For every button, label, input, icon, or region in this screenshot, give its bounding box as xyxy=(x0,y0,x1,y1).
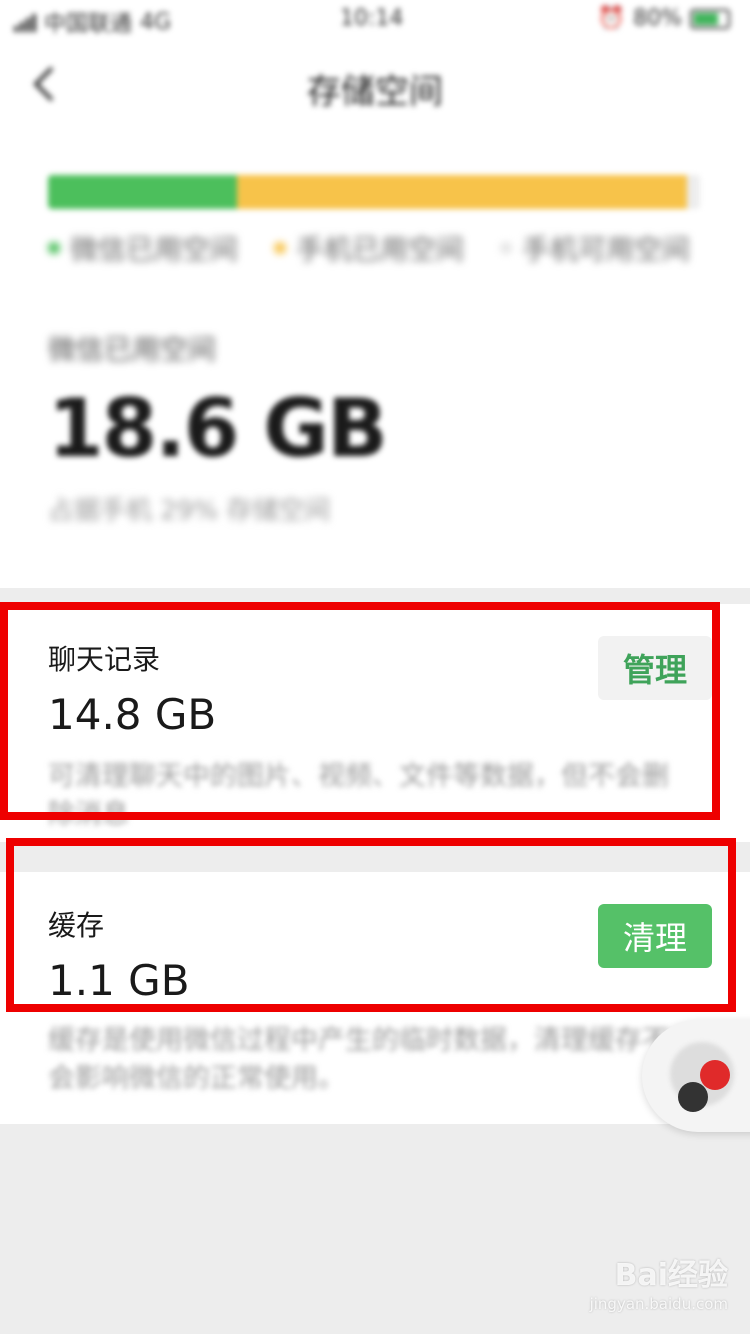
legend-dot xyxy=(274,242,287,254)
carrier-label: 中国联通 xyxy=(44,12,133,37)
page-title: 存储空间 xyxy=(307,72,443,112)
wechat-usage-size: 18.6 GB xyxy=(48,382,388,475)
watermark: Bai经验 jingyan.baidu.com xyxy=(578,1258,728,1322)
battery-icon xyxy=(690,8,730,29)
legend-label: 手机已用空间 xyxy=(296,233,465,266)
cache-description: 缓存是使用微信过程中产生的临时数据，清理缓存不会影响微信的正常使用。 xyxy=(48,1025,669,1094)
legend-item-phone-free: 手机可用空间 xyxy=(500,228,690,268)
battery-percent: 80% xyxy=(633,6,682,31)
storage-usage-bar xyxy=(48,175,700,209)
watermark-main: Bai经验 xyxy=(614,1258,728,1293)
highlight-frame-chat xyxy=(0,602,720,820)
legend-item-wechat: 微信已用空间 xyxy=(48,228,238,268)
floating-thumbnail-icon xyxy=(678,1082,708,1112)
status-time: 10:14 xyxy=(340,6,404,31)
status-bar: 中国联通 4G 10:14 ⏰ 80% xyxy=(0,0,750,40)
phone-usage-segment xyxy=(237,175,687,209)
legend-label: 微信已用空间 xyxy=(70,233,239,266)
legend-dot xyxy=(48,242,60,254)
signal-icon xyxy=(14,12,36,32)
floating-window-widget[interactable] xyxy=(642,1020,750,1132)
alarm-icon: ⏰ xyxy=(597,6,626,31)
legend-dot xyxy=(500,242,513,254)
wechat-usage-percent: 占据手机 29% 存储空间 xyxy=(48,496,331,526)
highlight-frame-cache xyxy=(6,838,736,1012)
wechat-usage-segment xyxy=(48,175,238,209)
watermark-sub: jingyan.baidu.com xyxy=(589,1295,728,1313)
network-label: 4G xyxy=(140,9,172,35)
navigation-bar: 存储空间 xyxy=(0,50,750,120)
wechat-usage-label: 微信已用空间 xyxy=(48,333,217,366)
legend-item-phone-used: 手机已用空间 xyxy=(274,228,464,268)
storage-legend: 微信已用空间 手机已用空间 手机可用空间 xyxy=(48,228,708,268)
floating-badge-icon xyxy=(700,1060,730,1090)
legend-label: 手机可用空间 xyxy=(522,233,691,266)
